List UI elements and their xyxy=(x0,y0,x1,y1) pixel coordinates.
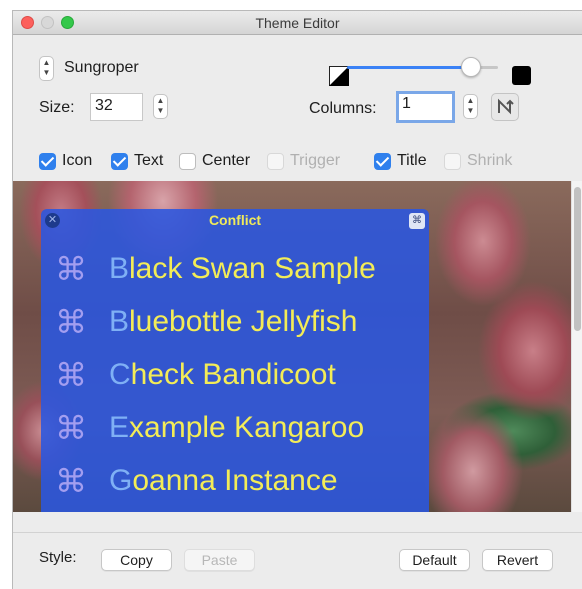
hud-item-text: Black Swan Sample xyxy=(109,252,376,285)
hud-item-text: Check Bandicoot xyxy=(109,358,336,391)
shrink-checkbox-box xyxy=(444,152,461,170)
paste-style-button: Paste xyxy=(184,549,255,571)
text-checkbox[interactable]: Text xyxy=(111,151,163,171)
layout-toggle-button[interactable] xyxy=(491,93,519,121)
copy-style-button[interactable]: Copy xyxy=(101,549,172,571)
hud-item-text: Bluebottle Jellyfish xyxy=(109,305,358,338)
preview-scrollbar-thumb[interactable] xyxy=(574,187,581,331)
hud-item-text: Goanna Instance xyxy=(109,464,338,497)
footer-divider xyxy=(13,532,582,533)
title-checkbox-label: Title xyxy=(397,152,427,169)
hud-item: ⌘ Goanna Instance xyxy=(55,459,338,503)
hud-command-menu-icon: ⌘ xyxy=(409,213,425,229)
trigger-checkbox-box xyxy=(267,152,284,170)
text-checkbox-label: Text xyxy=(134,152,164,169)
window-title: Theme Editor xyxy=(255,15,340,31)
hud-item: ⌘ Bluebottle Jellyfish xyxy=(55,300,357,344)
center-checkbox[interactable]: Center xyxy=(179,151,250,171)
opaque-swatch-icon xyxy=(512,66,531,85)
size-label: Size: xyxy=(39,99,75,116)
opacity-slider-track-filled[interactable] xyxy=(347,66,471,69)
theme-editor-window: Theme Editor ▲ ▼ Sungroper Size: 32 ▲ ▼ Co… xyxy=(12,10,582,589)
size-field[interactable]: 32 xyxy=(90,93,143,121)
default-button[interactable]: Default xyxy=(399,549,470,571)
opacity-slider-knob[interactable] xyxy=(460,57,481,77)
title-bar[interactable]: Theme Editor xyxy=(13,11,582,35)
trigger-checkbox-label: Trigger xyxy=(290,152,341,169)
icon-checkbox[interactable]: Icon xyxy=(39,151,92,171)
style-label: Style: xyxy=(39,549,77,566)
theme-popup-value[interactable]: Sungroper xyxy=(64,59,139,77)
center-checkbox-label: Center xyxy=(202,152,251,169)
hud-item-text: Example Kangaroo xyxy=(109,411,365,444)
transparent-swatch-icon xyxy=(329,66,349,86)
columns-field[interactable]: 1 xyxy=(396,91,455,123)
hud-title: Conflict xyxy=(208,212,262,228)
command-icon: ⌘ xyxy=(55,250,87,288)
size-stepper[interactable]: ▲ ▼ xyxy=(153,94,168,119)
theme-popup-arrows-icon[interactable]: ▲ ▼ xyxy=(39,56,54,81)
shrink-checkbox-label: Shrink xyxy=(467,152,513,169)
revert-button[interactable]: Revert xyxy=(482,549,553,571)
icon-checkbox-label: Icon xyxy=(62,152,93,169)
hud-item: ⌘ Example Kangaroo xyxy=(55,406,364,450)
shrink-checkbox: Shrink xyxy=(444,151,512,171)
columns-label: Columns: xyxy=(309,100,377,117)
title-checkbox-box[interactable] xyxy=(374,152,391,170)
icon-checkbox-box[interactable] xyxy=(39,152,56,170)
text-checkbox-box[interactable] xyxy=(111,152,128,170)
columns-stepper[interactable]: ▲ ▼ xyxy=(463,94,478,119)
command-icon: ⌘ xyxy=(55,409,87,447)
command-icon: ⌘ xyxy=(55,462,87,500)
hud-item: ⌘ Check Bandicoot xyxy=(55,353,336,397)
center-checkbox-box[interactable] xyxy=(179,152,196,170)
title-checkbox[interactable]: Title xyxy=(374,151,427,171)
hud-item: ⌘ Black Swan Sample xyxy=(55,247,376,291)
theme-preview: ✕ Conflict ⌘ ⌘ Black Swan Sample ⌘ Blueb… xyxy=(13,181,571,512)
trigger-checkbox: Trigger xyxy=(267,151,340,171)
command-icon: ⌘ xyxy=(55,303,87,341)
preview-hud-panel: ✕ Conflict ⌘ ⌘ Black Swan Sample ⌘ Blueb… xyxy=(41,209,429,512)
zigzag-arrow-icon xyxy=(498,98,514,115)
command-icon: ⌘ xyxy=(55,356,87,394)
